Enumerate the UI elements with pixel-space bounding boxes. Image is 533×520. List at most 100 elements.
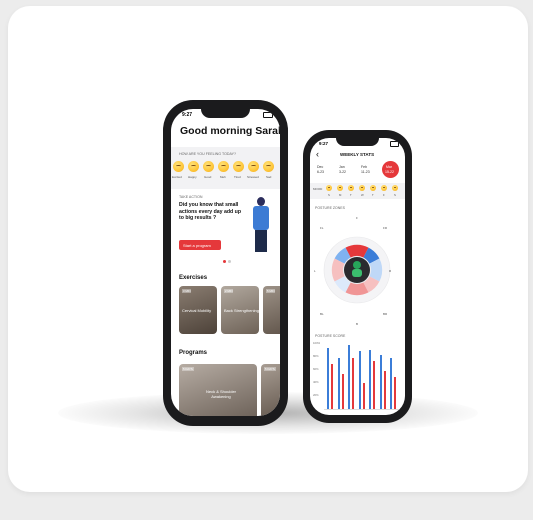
back-chevron-icon[interactable]: ‹ [316,149,319,159]
score-axis-label: 80% [313,354,319,358]
day-label: F [383,193,385,197]
day-mood-icon [370,185,376,191]
posture-score-label: POSTURE SCORE [315,334,346,338]
zones-head-icon [353,261,361,269]
day-mood-icon [337,185,343,191]
greeting-title: Good morning Sarah [180,125,280,137]
take-action-text: Did you know that small actions every da… [179,202,241,222]
status-time: 9:27 [319,141,329,146]
exercise-badge: 3 MIN [182,289,192,293]
start-program-label: Start a program [183,242,211,248]
right-phone: 9:27 ‹ WEEKLY STATS Dec 6-23 Jan 3-22 Fe… [303,130,412,423]
zone-label: FL [320,226,324,230]
day-label: M [339,193,342,197]
day-label: T [372,193,374,197]
day-label: S [328,193,330,197]
zone-label: BL [320,312,324,316]
exercise-card[interactable]: 2 MIN Back Strengthening [221,286,259,334]
mood-question: HOW ARE YOU FEELING TODAY? [179,152,237,156]
score-axis-label: 40% [313,380,319,384]
score-bar [383,370,386,409]
start-program-button[interactable]: Start a program [179,240,221,250]
score-axis-label: 100% [313,341,321,345]
score-bar [337,357,340,409]
week-month[interactable]: Feb [361,165,367,169]
right-notch [336,138,379,146]
zone-label: L [314,269,316,273]
day-mood-icon [348,185,354,191]
exercise-title: Back Strengthening [224,308,259,313]
score-bar [362,383,365,409]
mood-good-icon[interactable] [203,161,214,172]
mood-stressed-icon[interactable] [248,161,259,172]
score-bar [379,354,382,409]
week-range: 15-22 [385,170,394,174]
score-bar [341,373,344,409]
posture-zones-label: POSTURE ZONES [315,206,345,210]
left-notch [201,109,250,118]
zones-body-icon [352,269,362,277]
posture-zones-chart [323,236,391,304]
mood-sad-icon[interactable] [263,161,274,172]
exercise-title: Cervical Mobility [182,308,212,313]
score-bar [373,361,375,409]
program-card[interactable]: 5 DAYS Neck & Shoulder Awakening [179,364,257,416]
day-mood-icon [392,185,398,191]
score-bar [327,348,329,409]
week-range: 11-23 [361,170,370,174]
mood-label: MOOD [313,187,323,191]
right-phone-screen: 9:27 ‹ WEEKLY STATS Dec 6-23 Jan 3-22 Fe… [310,138,405,415]
score-bar [394,377,396,409]
week-month[interactable]: Dec [317,165,323,169]
mood-label: Stressed [247,175,259,179]
mood-label: Tired [234,175,241,179]
mood-label: Sad [266,175,272,179]
score-bar [331,364,333,409]
weekly-stats-title: WEEKLY STATS [340,152,375,157]
left-phone: 9:27 Good morning Sarah HOW ARE YOU FEEL… [163,100,288,426]
day-label: S [394,193,396,197]
status-time: 9:27 [182,112,193,118]
zone-label: F [356,216,358,220]
take-action-label: TAKE ACTION [179,195,203,199]
program-badge: 5 DAYS [182,367,194,371]
zone-label: B [356,322,359,326]
program-card[interactable]: 5 DAYS [261,364,280,416]
mood-excited-icon[interactable] [173,161,184,172]
week-month[interactable]: Jan [339,165,345,169]
mood-label: Excited [172,175,182,179]
score-bar [390,357,392,409]
score-axis-label: 60% [313,367,319,371]
mood-meh-icon[interactable] [218,161,229,172]
carousel-dot[interactable] [228,260,231,263]
day-mood-icon [381,185,387,191]
mood-tired-icon[interactable] [233,161,244,172]
exercise-badge: 2 MIN [224,289,234,293]
mood-label: Happy [188,175,197,179]
programs-heading: Programs [179,350,208,356]
week-month: Mar [386,165,393,169]
zone-label: R [389,269,392,273]
week-range: 6-23 [317,170,325,174]
day-mood-icon [326,185,332,191]
carousel-dot-active[interactable] [223,260,226,263]
battery-icon [263,112,273,118]
left-phone-screen: 9:27 Good morning Sarah HOW ARE YOU FEEL… [171,109,280,416]
day-label: W [361,193,364,197]
exercises-heading: Exercises [179,275,208,281]
exercise-badge: 5 MIN [266,289,276,293]
week-selected-pill[interactable]: Mar 15-22 [382,161,399,178]
mood-label: Meh [220,175,226,179]
mood-row [310,183,405,199]
illustration-figure [251,197,271,252]
program-title: Neck & Shoulder Awakening [205,389,236,399]
day-label: T [350,193,352,197]
mood-happy-icon[interactable] [188,161,199,172]
score-bar [352,357,354,409]
exercise-card[interactable]: 3 MIN Cervical Mobility [179,286,217,334]
score-bar [358,351,361,409]
week-range: 3-22 [339,170,347,174]
program-badge: 5 DAYS [264,367,276,371]
exercise-card[interactable]: 5 MIN [263,286,280,334]
zone-label: FR [383,226,387,230]
